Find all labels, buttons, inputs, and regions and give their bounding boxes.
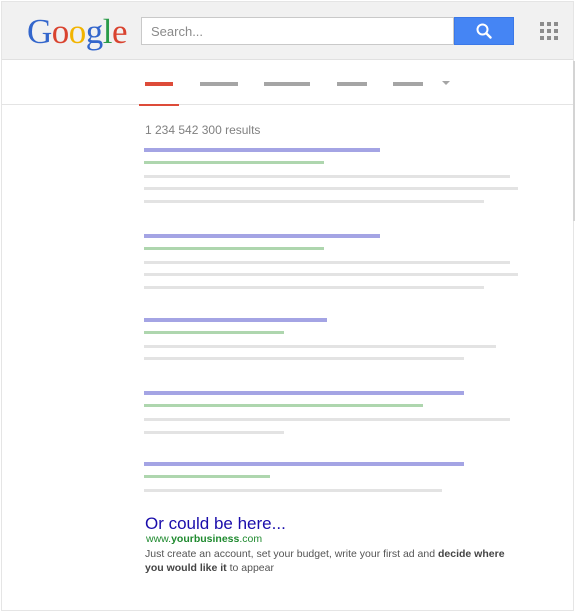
result-url-placeholder (144, 161, 324, 164)
result-title-placeholder[interactable] (144, 148, 380, 152)
tab-all[interactable] (139, 61, 179, 106)
search-box (141, 17, 454, 45)
result-url-placeholder (144, 247, 324, 250)
ad-title-link[interactable]: Or could be here... (145, 514, 286, 534)
result-url-placeholder (144, 475, 270, 478)
magnifier-icon (476, 23, 492, 39)
result-snippet-placeholder (144, 418, 510, 421)
search-button[interactable] (454, 17, 514, 45)
tab-videos[interactable] (257, 61, 317, 105)
apps-grid-icon[interactable] (540, 22, 558, 40)
logo-letter: l (102, 12, 113, 51)
search-tabs (2, 61, 573, 106)
scrollbar[interactable] (573, 61, 575, 221)
ad-url[interactable]: www.yourbusiness.com (146, 533, 262, 545)
tab-placeholder-bar (337, 82, 367, 86)
result-title-placeholder[interactable] (144, 391, 464, 395)
result-url-placeholder (144, 404, 423, 407)
result-snippet-placeholder (144, 187, 518, 190)
ad-url-domain: yourbusiness (171, 533, 240, 545)
result-snippet-placeholder (144, 273, 518, 276)
ad-desc-text: Just create an account, set your budget,… (145, 548, 438, 560)
result-count: 1 234 542 300 results (145, 123, 261, 137)
browser-frame: Google Search... 1 234 542 300 results O… (1, 1, 575, 611)
logo-letter: e (112, 12, 128, 51)
result-title-placeholder[interactable] (144, 318, 327, 322)
result-title-placeholder[interactable] (144, 462, 464, 466)
tab-placeholder-bar (145, 82, 173, 86)
ad-description: Just create an account, set your budget,… (145, 547, 515, 575)
result-title-placeholder[interactable] (144, 234, 380, 238)
result-snippet-placeholder (144, 175, 510, 178)
result-snippet-placeholder (144, 489, 442, 492)
caret-down-icon[interactable] (442, 81, 450, 85)
ad-url-suffix: .com (239, 533, 263, 545)
result-snippet-placeholder (144, 357, 464, 360)
header-bar: Google (2, 2, 573, 60)
logo-letter: g (85, 12, 104, 51)
tab-placeholder-bar (393, 82, 423, 86)
result-snippet-placeholder (144, 261, 510, 264)
tab-maps[interactable] (386, 61, 430, 105)
tab-placeholder-bar (200, 82, 238, 86)
ad-desc-text: to appear (226, 562, 274, 574)
result-snippet-placeholder (144, 431, 284, 434)
google-logo[interactable]: Google (27, 12, 128, 52)
result-snippet-placeholder (144, 286, 484, 289)
result-snippet-placeholder (144, 345, 496, 348)
tab-news[interactable] (330, 61, 374, 105)
result-url-placeholder (144, 331, 284, 334)
logo-letter: o (68, 12, 87, 51)
result-snippet-placeholder (144, 200, 484, 203)
logo-letter: o (51, 12, 70, 51)
logo-letter: G (27, 12, 52, 51)
tab-images[interactable] (192, 61, 246, 105)
search-input[interactable] (142, 18, 453, 44)
tab-placeholder-bar (264, 82, 310, 86)
ad-url-prefix: www. (146, 533, 172, 545)
